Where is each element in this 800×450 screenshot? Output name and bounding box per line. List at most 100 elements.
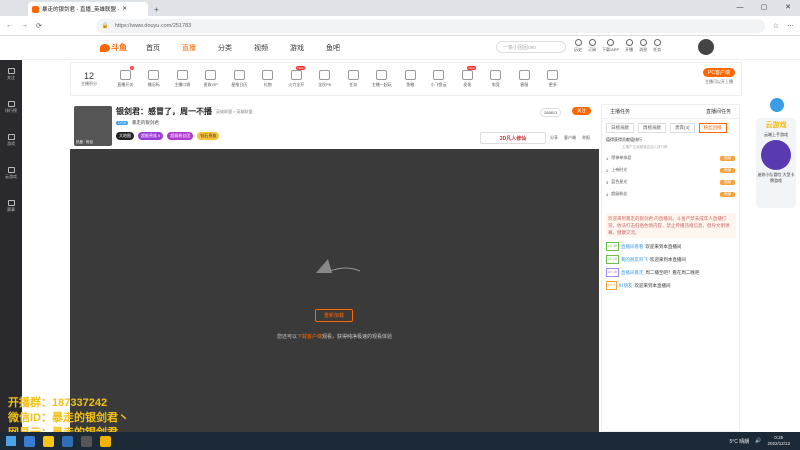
task-button[interactable]: 任务 bbox=[653, 39, 661, 53]
list-item[interactable]: 2 上帝时光 贡献 bbox=[602, 164, 739, 176]
video-player[interactable]: 重新加载 您还可以下载客户端观看，获得纯净极速的观看体验 bbox=[70, 149, 599, 432]
rank-list: 1 缪神单排君 贡献 2 上帝时光 贡献 3 蓝色星光 贡献 4 超级粉丝 贡献 bbox=[602, 152, 739, 200]
sponsor-banner[interactable]: 3D凡人修仙 bbox=[480, 132, 546, 144]
search-input[interactable]: 一条小团团ovo bbox=[496, 41, 566, 53]
stream-tag[interactable]: 体验 bbox=[198, 109, 206, 115]
follow-button[interactable]: 关注 bbox=[572, 107, 591, 115]
client-button[interactable]: 客户端 bbox=[564, 135, 576, 141]
sidebar-item-rank[interactable]: 排行榜 bbox=[5, 101, 17, 114]
pc-client: PC客户端 主播可以开上播 bbox=[703, 68, 735, 85]
broadcast-button[interactable]: 开播 bbox=[625, 39, 633, 53]
app-icon[interactable] bbox=[62, 435, 73, 447]
minimize-icon[interactable]: — bbox=[728, 0, 752, 14]
forward-icon[interactable]: → bbox=[21, 22, 28, 29]
nav-category[interactable]: 分类 bbox=[218, 43, 232, 53]
toolbar-item[interactable]: 贵族VIP bbox=[197, 70, 226, 88]
new-badge: New bbox=[296, 66, 305, 70]
weather[interactable]: 5°C 晴朗 bbox=[729, 438, 749, 445]
pc-client-button[interactable]: PC客户端 bbox=[703, 68, 735, 77]
maximize-icon[interactable]: ▢ bbox=[752, 0, 776, 14]
chat-user[interactable]: 我的朋友阿飞 bbox=[621, 256, 648, 263]
share-button[interactable]: 分享 bbox=[550, 135, 558, 141]
tab-room-task[interactable]: 直播间任务 bbox=[706, 108, 731, 115]
list-item[interactable]: 3 蓝色星光 贡献 bbox=[602, 176, 739, 188]
back-icon[interactable]: ← bbox=[6, 22, 13, 29]
badge-map[interactable]: 大地图 bbox=[116, 132, 134, 140]
chat-text: 欢迎来到本直播间 bbox=[649, 257, 686, 262]
tab-vip[interactable]: 贵宾(4) bbox=[670, 123, 695, 133]
chat-user[interactable]: 好朋友 bbox=[619, 282, 633, 289]
message-button[interactable]: 消息 bbox=[639, 39, 647, 53]
phone-icon bbox=[607, 39, 615, 46]
sidebar-item-games[interactable]: 游戏 bbox=[7, 134, 15, 147]
download-client-link[interactable]: 下载客户端 bbox=[297, 334, 322, 340]
new-tab-button[interactable]: + bbox=[154, 5, 159, 14]
toolbar-item[interactable]: 播况码 bbox=[140, 70, 169, 88]
favorite-icon[interactable]: ☆ bbox=[773, 22, 779, 30]
folder-app-icon[interactable] bbox=[43, 435, 54, 447]
close-window-icon[interactable]: ✕ bbox=[776, 0, 800, 14]
trophy-icon bbox=[7, 200, 15, 206]
toolbar-item[interactable]: 礼物 bbox=[254, 70, 283, 88]
chat-user[interactable]: 直播间暴走 bbox=[621, 269, 644, 276]
toolbar-item[interactable]: 星推日历 bbox=[225, 70, 254, 88]
nav-live[interactable]: 直播 bbox=[182, 43, 196, 53]
overlay-line: 微信ID：暴走的银剑君丶 bbox=[8, 412, 129, 424]
game-icon bbox=[761, 140, 791, 170]
toolbar-item[interactable]: 发现 New bbox=[453, 66, 482, 88]
toolbar-item[interactable]: 电竞 bbox=[482, 70, 511, 88]
nav-yuba[interactable]: 鱼吧 bbox=[326, 43, 340, 53]
list-item[interactable]: 4 超级粉丝 贡献 bbox=[602, 188, 739, 200]
toolbar-item[interactable]: 任务 bbox=[339, 70, 368, 88]
toolbar-item[interactable]: 小飞鱼云 bbox=[425, 70, 454, 88]
reload-icon[interactable]: ⟳ bbox=[36, 22, 42, 30]
history-button[interactable]: 历史 bbox=[574, 39, 582, 53]
toolbar-item[interactable]: 直播开关 2 bbox=[111, 66, 140, 88]
toolbar-item[interactable]: 主播口袋 bbox=[168, 70, 197, 88]
tab-daily-rank[interactable]: 日榜贡献 bbox=[606, 123, 634, 133]
sidebar-item-cloudgame[interactable]: 云游戏 bbox=[5, 167, 17, 180]
clock[interactable]: 0:25 2022/12/13 bbox=[767, 435, 790, 447]
cloud-game-ad[interactable]: 云游戏 云端上手游戏 迷你小队冒险 大型卡牌游戏 bbox=[756, 118, 796, 208]
nav-video[interactable]: 视频 bbox=[254, 43, 268, 53]
sidebar-item-follow[interactable]: 关注 bbox=[7, 68, 15, 81]
browser-tab[interactable]: 暴走的银剑君 - 直播_英雄联盟 - ✕ bbox=[28, 2, 148, 16]
chat-user[interactable]: 直播间看看 bbox=[621, 243, 644, 250]
list-item[interactable]: 1 缪神单排君 贡献 bbox=[602, 152, 739, 164]
toolbar-item[interactable]: 全民PK bbox=[311, 70, 340, 88]
close-icon[interactable]: ✕ bbox=[122, 6, 127, 12]
toolbar-item[interactable]: 客服 bbox=[510, 70, 539, 88]
tab-fans-rank[interactable]: 粉丝团榜 bbox=[698, 123, 727, 133]
start-icon[interactable] bbox=[6, 436, 16, 446]
side-float-icon[interactable] bbox=[770, 98, 784, 112]
avatar[interactable] bbox=[698, 39, 714, 55]
tool-icon bbox=[148, 70, 160, 80]
badge-diamond[interactable]: 钻石贵族 bbox=[197, 132, 220, 140]
subscribe-button[interactable]: 订阅 bbox=[588, 39, 596, 53]
volume-icon[interactable]: 🔊 bbox=[755, 438, 761, 444]
badge-fans[interactable]: 超级粉丝团 bbox=[167, 132, 194, 140]
download-button[interactable]: 下载/APP bbox=[602, 39, 619, 53]
tab-weekly-rank[interactable]: 周榜贡献 bbox=[638, 123, 666, 133]
sidebar-item-events[interactable]: 赛事 bbox=[7, 200, 15, 213]
url-field[interactable]: 🔒 https://www.douyu.com/251783 bbox=[95, 18, 765, 33]
stream-category[interactable]: 英雄联盟 > 英雄联盟 bbox=[216, 109, 253, 115]
rank-score[interactable]: 12 主播积分 bbox=[71, 71, 107, 87]
app-icon[interactable] bbox=[81, 435, 92, 447]
toolbar-item[interactable]: 更多 bbox=[539, 70, 568, 88]
toolbar-item[interactable]: 火力全开 New bbox=[282, 66, 311, 88]
reload-button[interactable]: 重新加载 bbox=[315, 309, 353, 322]
menu-icon[interactable]: ⋯ bbox=[787, 22, 794, 30]
badge-noble[interactable]: 超能贵族 6 bbox=[138, 132, 164, 140]
tab-streamer-task[interactable]: 主播任务 bbox=[610, 108, 630, 115]
browser-app-icon[interactable] bbox=[24, 435, 35, 447]
nav-games[interactable]: 游戏 bbox=[290, 43, 304, 53]
toolbar-item[interactable]: 鱼粮 bbox=[396, 70, 425, 88]
streamer-cover[interactable]: 热度 · 粉丝 bbox=[74, 106, 112, 146]
report-button[interactable]: 举报 bbox=[582, 135, 590, 141]
douyu-logo[interactable]: 斗鱼 bbox=[100, 42, 130, 54]
app-icon[interactable] bbox=[100, 435, 111, 447]
toolbar-item[interactable]: 主播一起玩 bbox=[368, 70, 397, 88]
streamer-name[interactable]: 暴走的银剑君 bbox=[132, 120, 159, 126]
nav-home[interactable]: 首页 bbox=[146, 43, 160, 53]
